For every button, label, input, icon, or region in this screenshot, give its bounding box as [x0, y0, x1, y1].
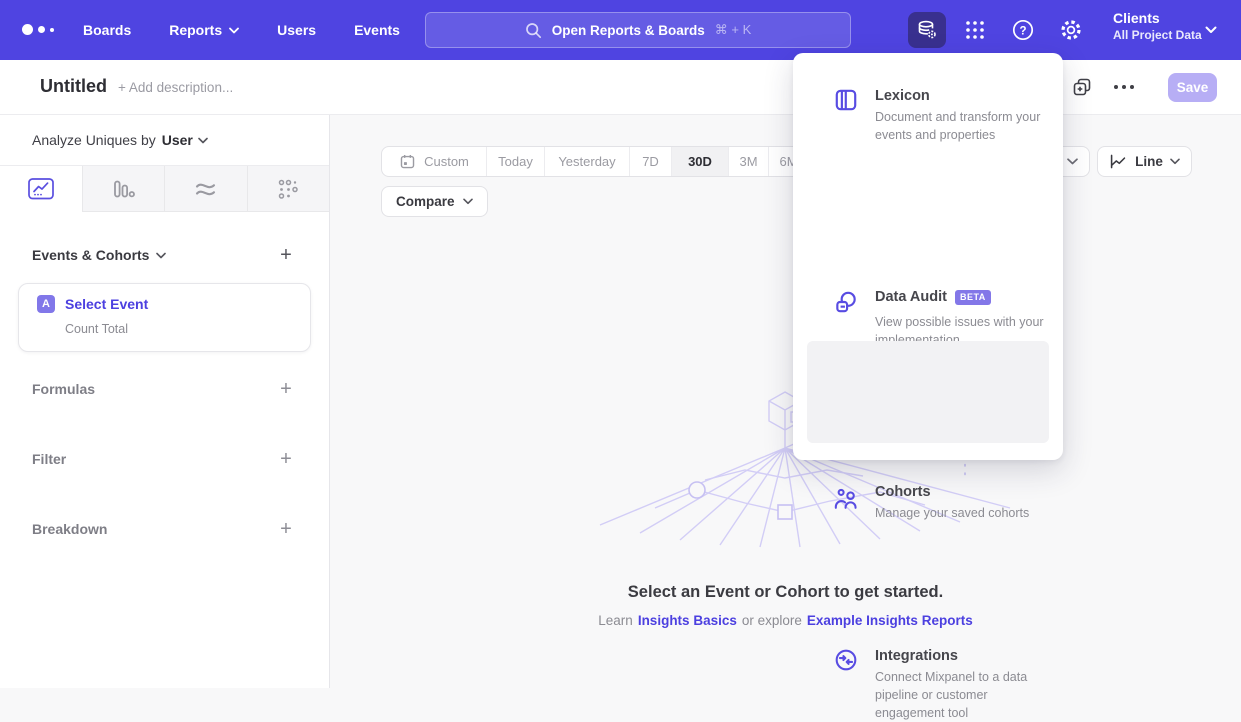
help-button[interactable]: ? [1004, 12, 1042, 48]
data-management-icon [915, 18, 939, 42]
nav-reports[interactable]: Reports [169, 22, 239, 38]
search-shortcut: ⌘ + K [715, 22, 752, 38]
chart-style-dropdown[interactable]: Line [1097, 146, 1192, 177]
org-name: Clients [1113, 10, 1202, 26]
search-icon [525, 22, 542, 39]
report-canvas: Custom Today Yesterday 7D 30D 3M 6M 12M … [330, 115, 1241, 688]
compare-dropdown[interactable]: Compare [381, 186, 488, 217]
chevron-down-icon [198, 137, 208, 144]
event-series-badge: A [37, 295, 55, 313]
menu-item-lexicon[interactable]: Lexicon Document and transform your even… [793, 53, 1063, 153]
tab-metric-grid[interactable] [247, 166, 330, 212]
add-formula-button[interactable]: + [276, 380, 296, 400]
query-builder-sidebar: Analyze Uniques by User [0, 115, 330, 688]
help-icon: ? [1010, 17, 1036, 43]
svg-text:?: ? [1019, 25, 1026, 37]
chevron-down-icon [229, 27, 239, 34]
chevron-down-icon [463, 198, 473, 205]
duplicate-report-button[interactable] [1072, 77, 1092, 97]
line-chart-icon [26, 175, 56, 202]
range-yesterday[interactable]: Yesterday [544, 147, 629, 176]
metric-grid-icon [276, 177, 300, 201]
data-management-button[interactable] [908, 12, 946, 48]
breakdown-header: Breakdown [32, 521, 107, 537]
tab-bar-chart[interactable] [82, 166, 165, 212]
integrations-icon [833, 647, 859, 673]
cohorts-users-icon [833, 487, 859, 513]
subtitle-prefix: Learn [598, 613, 633, 628]
count-type-dropdown[interactable]: Count Total [65, 322, 128, 336]
event-row-card[interactable]: A Select Event Count Total [18, 283, 311, 352]
tab-line-chart[interactable] [0, 166, 82, 212]
menu-item-data-audit[interactable]: Data Audit BETA View possible issues wit… [793, 163, 1063, 253]
apps-grid-button[interactable] [956, 12, 994, 48]
chart-type-tabs [0, 166, 329, 212]
nav-boards[interactable]: Boards [83, 22, 131, 38]
formulas-header: Formulas [32, 381, 95, 397]
subtitle-middle: or explore [742, 613, 802, 628]
analyze-label: Analyze Uniques by [32, 132, 156, 148]
analyze-entity-dropdown[interactable]: User [162, 132, 208, 148]
tab-flow[interactable] [164, 166, 247, 212]
events-cohorts-header[interactable]: Events & Cohorts [32, 247, 166, 263]
nav-users[interactable]: Users [277, 22, 316, 38]
select-event-button[interactable]: Select Event [65, 296, 148, 312]
lexicon-book-icon [833, 87, 859, 113]
range-custom[interactable]: Custom [382, 147, 486, 176]
flow-icon [193, 177, 218, 201]
bar-chart-icon [111, 177, 136, 201]
search-placeholder: Open Reports & Boards [552, 23, 705, 38]
add-filter-button[interactable]: + [276, 450, 296, 470]
menu-item-integrations[interactable]: Integrations Connect Mixpanel to a data … [793, 341, 1063, 443]
empty-state-title: Select an Event or Cohort to get started… [330, 583, 1241, 602]
global-search[interactable]: Open Reports & Boards ⌘ + K [425, 12, 851, 48]
data-management-menu: Lexicon Document and transform your even… [793, 53, 1063, 460]
project-selector[interactable]: Clients All Project Data [1113, 10, 1202, 42]
example-reports-link[interactable]: Example Insights Reports [807, 613, 973, 628]
range-30d-selected[interactable]: 30D [671, 147, 728, 176]
calendar-icon [399, 153, 416, 170]
range-today[interactable]: Today [486, 147, 544, 176]
settings-button[interactable] [1052, 12, 1090, 48]
menu-item-cohorts[interactable]: Cohorts Manage your saved cohorts [793, 263, 1063, 333]
nav-events[interactable]: Events [354, 22, 400, 38]
chevron-down-icon [1067, 158, 1078, 165]
chevron-down-icon [156, 252, 166, 259]
chevron-down-icon [1205, 26, 1217, 34]
range-7d[interactable]: 7D [629, 147, 671, 176]
insights-basics-link[interactable]: Insights Basics [638, 613, 737, 628]
line-chart-icon [1109, 153, 1128, 170]
chevron-down-icon [1170, 158, 1180, 165]
settings-gear-icon [1058, 17, 1084, 43]
add-event-button[interactable]: + [276, 246, 296, 266]
more-options-button[interactable] [1114, 85, 1134, 89]
report-title[interactable]: Untitled [40, 76, 107, 97]
apps-grid-icon [963, 18, 987, 42]
primary-nav: Boards Reports Users Events [83, 0, 400, 60]
top-navigation-bar: Boards Reports Users Events Open Reports… [0, 0, 1241, 60]
empty-state-subtitle: Learn Insights Basics or explore Example… [330, 613, 1241, 628]
filter-header: Filter [32, 451, 66, 467]
add-breakdown-button[interactable]: + [276, 520, 296, 540]
project-scope: All Project Data [1113, 28, 1202, 42]
save-button[interactable]: Save [1168, 73, 1217, 102]
description-field[interactable]: + Add description... [118, 80, 233, 95]
mixpanel-logo[interactable] [22, 24, 54, 35]
range-3m[interactable]: 3M [728, 147, 768, 176]
analyze-row: Analyze Uniques by User [0, 115, 329, 166]
